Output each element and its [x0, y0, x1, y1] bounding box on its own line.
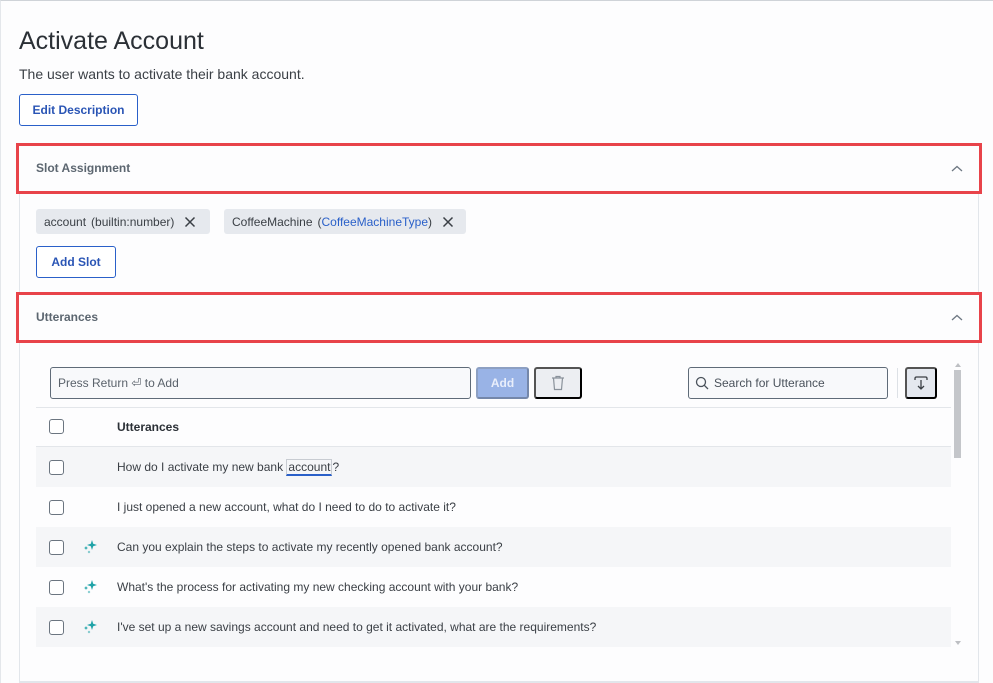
download-icon: [914, 376, 928, 390]
trash-icon: [552, 375, 564, 391]
column-header-utterances: Utterances: [117, 419, 180, 434]
row-checkbox[interactable]: [49, 619, 64, 635]
scroll-up-arrow[interactable]: [955, 363, 961, 367]
row-checkbox[interactable]: [49, 579, 64, 595]
slot-type: (CoffeeMachineType): [318, 215, 433, 229]
utterances-title: Utterances: [36, 310, 99, 324]
slot-assignment-header[interactable]: Slot Assignment: [16, 143, 982, 194]
ai-generated-sparkle-icon: [84, 540, 97, 554]
row-checkbox[interactable]: [49, 499, 64, 515]
utterance-text: What's the process for activating my new…: [117, 580, 519, 594]
slot-type-link[interactable]: CoffeeMachineType: [322, 215, 429, 229]
table-header-row: Utterances: [36, 407, 951, 447]
utterance-text: How do I activate my new bank account?: [117, 459, 340, 476]
search-placeholder: Search for Utterance: [714, 376, 825, 390]
delete-button[interactable]: [534, 367, 582, 399]
chevron-up-icon[interactable]: [950, 162, 964, 176]
slot-type: (builtin:number): [91, 214, 175, 229]
page-description: The user wants to activate their bank ac…: [19, 66, 305, 82]
utterance-text: I just opened a new account, what do I n…: [117, 500, 456, 514]
remove-slot-icon[interactable]: [184, 216, 196, 228]
search-icon: [695, 376, 709, 390]
utterance-text: Can you explain the steps to activate my…: [117, 540, 503, 554]
ai-generated-sparkle-icon: [84, 580, 97, 594]
utterance-text-part: How do I activate my new bank: [117, 460, 287, 474]
slot-name: CoffeeMachine: [232, 214, 313, 229]
add-slot-button[interactable]: Add Slot: [36, 246, 116, 278]
edit-description-button[interactable]: Edit Description: [19, 94, 138, 126]
slot-chip-account: account (builtin:number): [36, 209, 210, 234]
utterance-text: I've set up a new savings account and ne…: [117, 620, 597, 634]
utterance-text-part: ?: [332, 460, 340, 474]
slot-name: account: [44, 214, 87, 229]
row-checkbox[interactable]: [49, 459, 64, 475]
scrollbar-thumb[interactable]: [954, 370, 961, 458]
table-row[interactable]: How do I activate my new bank account?: [36, 447, 951, 487]
row-checkbox[interactable]: [49, 539, 64, 555]
table-row[interactable]: I've set up a new savings account and ne…: [36, 607, 951, 647]
table-row[interactable]: Can you explain the steps to activate my…: [36, 527, 951, 567]
chevron-up-icon[interactable]: [950, 311, 964, 325]
export-button[interactable]: [905, 367, 937, 399]
slot-assignment-title: Slot Assignment: [36, 161, 131, 175]
select-all-checkbox[interactable]: [49, 419, 64, 434]
slot-type-close-paren: ): [428, 214, 433, 229]
search-utterance-input[interactable]: Search for Utterance: [688, 367, 888, 399]
utterances-header[interactable]: Utterances: [16, 292, 982, 343]
table-row[interactable]: What's the process for activating my new…: [36, 567, 951, 607]
ai-generated-sparkle-icon: [84, 620, 97, 634]
utterance-input[interactable]: Press Return ⏎ to Add: [50, 367, 471, 399]
slot-annotation[interactable]: account: [286, 459, 333, 476]
page-title: Activate Account: [19, 27, 204, 55]
slot-chip-coffeemachine: CoffeeMachine (CoffeeMachineType): [224, 209, 466, 234]
toolbar-divider: [897, 368, 898, 398]
add-utterance-button[interactable]: Add: [476, 367, 529, 399]
utterance-input-placeholder: Press Return ⏎ to Add: [58, 376, 179, 390]
scroll-down-arrow[interactable]: [955, 641, 961, 645]
table-row[interactable]: I just opened a new account, what do I n…: [36, 487, 951, 527]
remove-slot-icon[interactable]: [442, 216, 454, 228]
